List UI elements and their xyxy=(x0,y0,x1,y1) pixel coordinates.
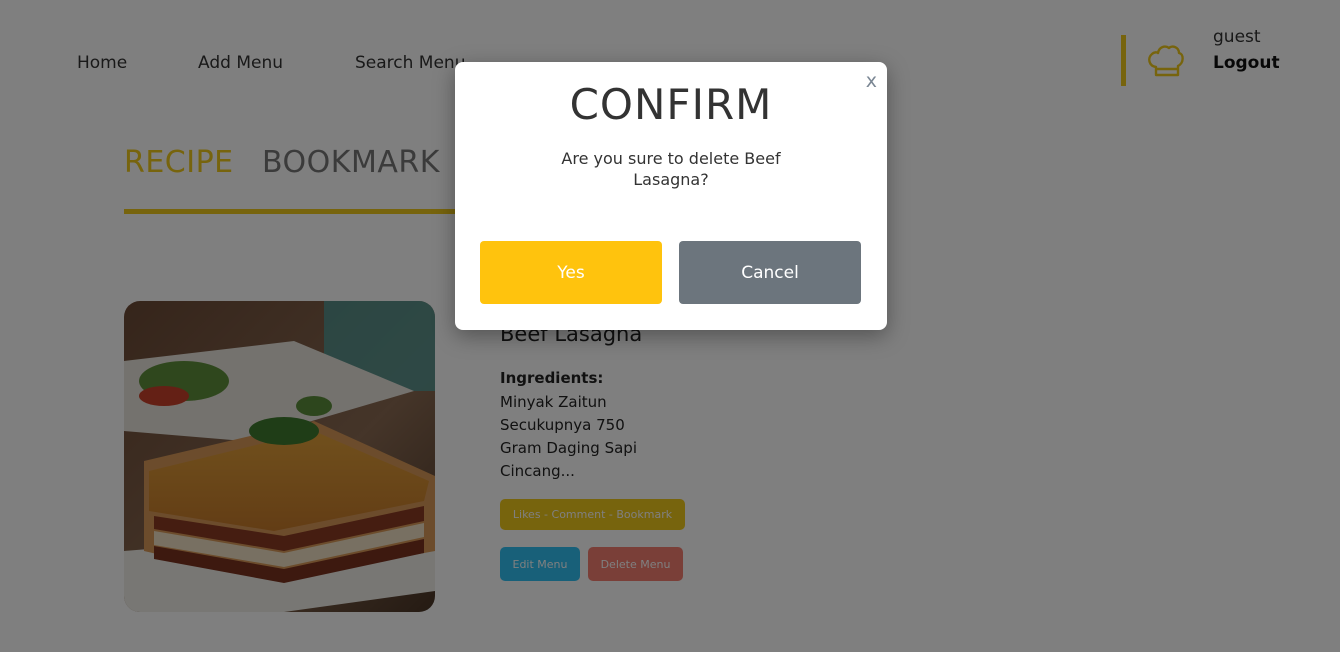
cancel-button[interactable]: Cancel xyxy=(679,241,861,304)
yes-button[interactable]: Yes xyxy=(480,241,662,304)
confirm-dialog: x CONFIRM Are you sure to delete Beef La… xyxy=(455,62,887,330)
dialog-message: Are you sure to delete Beef Lasagna? xyxy=(561,149,781,189)
dialog-title: CONFIRM xyxy=(569,80,773,129)
